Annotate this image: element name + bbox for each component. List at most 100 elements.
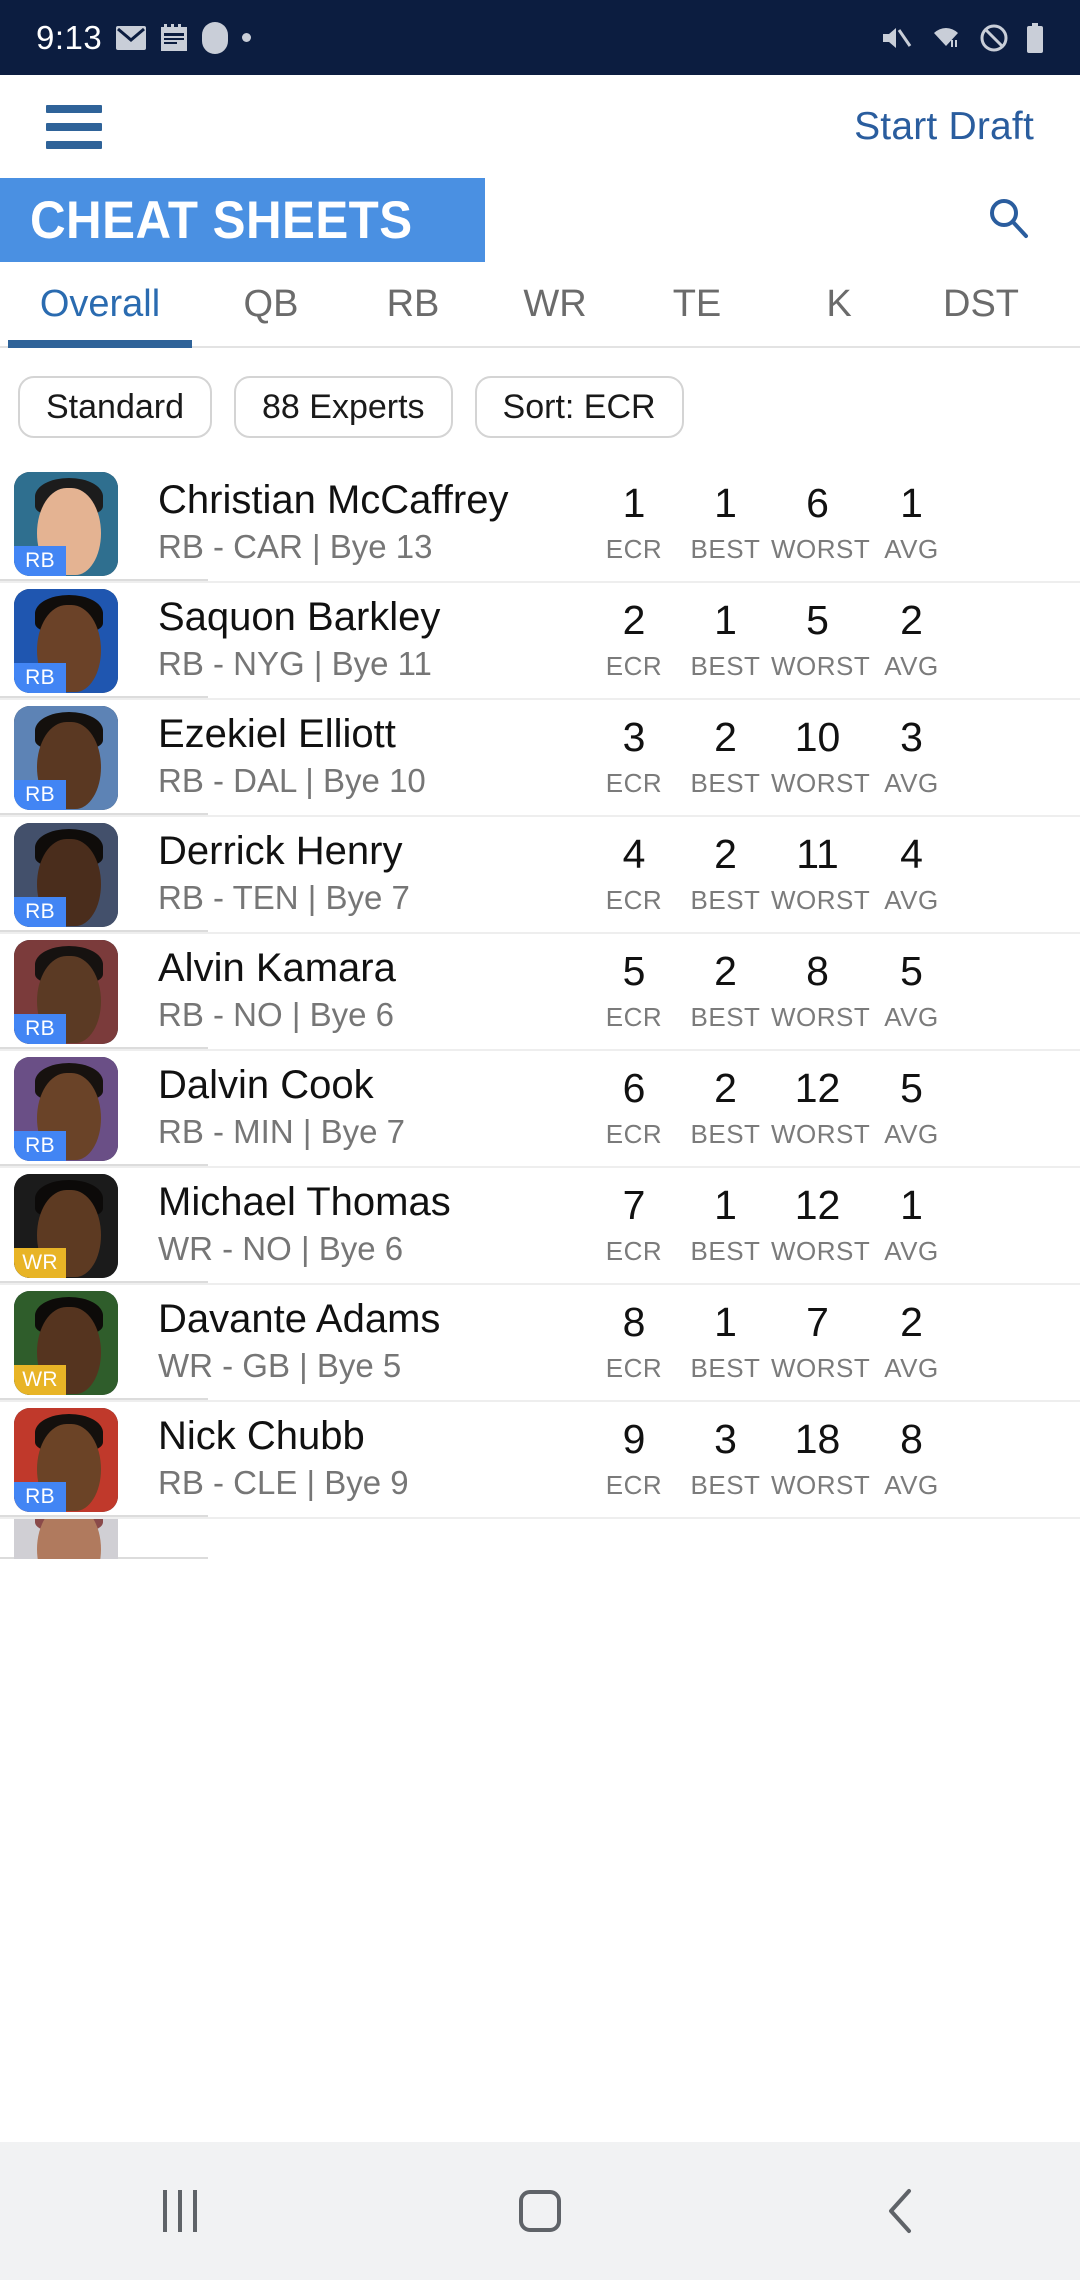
stat-label: WORST bbox=[771, 768, 871, 799]
stat-label: AVG bbox=[884, 1470, 939, 1501]
player-info: Christian McCaffrey RB - CAR | Bye 13 bbox=[158, 478, 588, 570]
player-row[interactable]: RB Dalvin Cook RB - MIN | Bye 7 6 ECR 2 BEST 12… bbox=[0, 1051, 1080, 1168]
recents-icon bbox=[163, 2190, 197, 2232]
filter-chip-experts[interactable]: 88 Experts bbox=[234, 376, 453, 438]
player-stats: 7 ECR 1 BEST 12 WORST 1 AVG bbox=[588, 1181, 1080, 1267]
player-stats: 9 ECR 3 BEST 18 WORST 8 AVG bbox=[588, 1415, 1080, 1501]
player-rankings-list[interactable]: RB Christian McCaffrey RB - CAR | Bye 13 1 E… bbox=[0, 466, 1080, 1559]
player-stats: 1 ECR 1 BEST 6 WORST 1 AVG bbox=[588, 479, 1080, 565]
start-draft-button[interactable]: Start Draft bbox=[854, 105, 1034, 149]
tab-wr[interactable]: WR bbox=[484, 262, 626, 346]
stat-label: ECR bbox=[605, 1353, 663, 1384]
stat-value: 12 bbox=[794, 1181, 841, 1228]
player-row[interactable]: WR Michael Thomas WR - NO | Bye 6 7 ECR 1 BEST… bbox=[0, 1168, 1080, 1285]
player-stats: 8 ECR 1 BEST 7 WORST 2 AVG bbox=[588, 1298, 1080, 1384]
stat-label: BEST bbox=[690, 534, 761, 565]
stat-value: 5 bbox=[806, 596, 829, 643]
player-info: Michael Thomas WR - NO | Bye 6 bbox=[158, 1180, 588, 1272]
stat-value: 1 bbox=[900, 479, 923, 526]
player-name: Saquon Barkley bbox=[158, 594, 441, 639]
player-row[interactable]: RB bbox=[0, 1519, 1080, 1559]
position-tabs: Overall QB RB WR TE K DST bbox=[0, 262, 1080, 348]
stat-value: 6 bbox=[622, 1064, 646, 1111]
position-badge: RB bbox=[14, 545, 66, 576]
player-name: Davante Adams bbox=[158, 1296, 441, 1341]
player-row[interactable]: RB Saquon Barkley RB - NYG | Bye 11 2 ECR 1 BE… bbox=[0, 583, 1080, 700]
stat-avg: 2 AVG bbox=[864, 598, 959, 682]
stat-label: BEST bbox=[690, 885, 761, 916]
stat-label: BEST bbox=[690, 1002, 761, 1033]
stat-avg: 5 AVG bbox=[864, 949, 959, 1033]
filter-chip-sort[interactable]: Sort: ECR bbox=[474, 376, 684, 438]
player-row[interactable]: RB Ezekiel Elliott RB - DAL | Bye 10 3 ECR 2 B… bbox=[0, 700, 1080, 817]
stat-value: 8 bbox=[622, 1298, 646, 1345]
stat-best: 2 BEST bbox=[680, 949, 771, 1033]
player-meta: RB - CAR | Bye 13 bbox=[158, 528, 433, 566]
player-row[interactable]: WR Davante Adams WR - GB | Bye 5 8 ECR 1 BEST 7… bbox=[0, 1285, 1080, 1402]
home-button[interactable] bbox=[440, 2190, 640, 2232]
stat-avg: 1 AVG bbox=[864, 1183, 959, 1267]
filter-chips: Standard 88 Experts Sort: ECR bbox=[0, 348, 1080, 466]
stat-value: 7 bbox=[622, 1181, 646, 1228]
position-badge: RB bbox=[14, 662, 66, 693]
stat-label: AVG bbox=[884, 885, 939, 916]
stat-label: BEST bbox=[690, 1470, 761, 1501]
recents-button[interactable] bbox=[80, 2190, 280, 2232]
position-badge: RB bbox=[14, 1481, 66, 1512]
player-meta: RB - TEN | Bye 7 bbox=[158, 879, 410, 917]
player-info: Derrick Henry RB - TEN | Bye 7 bbox=[158, 829, 588, 921]
stat-best: 1 BEST bbox=[680, 1183, 771, 1267]
search-icon bbox=[984, 194, 1032, 247]
stat-best: 2 BEST bbox=[680, 713, 771, 799]
back-button[interactable] bbox=[800, 2187, 1000, 2235]
stat-avg: 2 AVG bbox=[864, 1300, 959, 1384]
stat-value: 5 bbox=[900, 1064, 923, 1111]
tab-overall[interactable]: Overall bbox=[0, 262, 200, 348]
player-meta: RB - CLE | Bye 9 bbox=[158, 1464, 409, 1502]
stat-ecr: 3 ECR bbox=[588, 715, 680, 799]
stat-value: 1 bbox=[714, 596, 737, 643]
stat-worst: 5 WORST bbox=[771, 596, 870, 682]
stat-label: ECR bbox=[605, 1119, 663, 1150]
hamburger-menu-icon[interactable] bbox=[46, 104, 102, 149]
player-row[interactable]: RB Christian McCaffrey RB - CAR | Bye 13 1 E… bbox=[0, 466, 1080, 583]
tab-te[interactable]: TE bbox=[626, 262, 768, 346]
player-avatar: RB bbox=[14, 939, 118, 1044]
do-not-disturb-icon bbox=[980, 24, 1008, 52]
player-row[interactable]: RB Nick Chubb RB - CLE | Bye 9 9 ECR 3 BEST 18 W… bbox=[0, 1402, 1080, 1519]
player-avatar: RB bbox=[14, 1519, 118, 1559]
stat-value: 9 bbox=[622, 1415, 646, 1462]
stat-label: BEST bbox=[690, 651, 761, 682]
player-avatar: RB bbox=[14, 1056, 118, 1161]
tab-rb[interactable]: RB bbox=[342, 262, 484, 346]
stat-label: WORST bbox=[771, 534, 871, 565]
position-badge: WR bbox=[14, 1364, 66, 1395]
tab-k[interactable]: K bbox=[768, 262, 910, 346]
player-row[interactable]: RB Alvin Kamara RB - NO | Bye 6 5 ECR 2 BEST 8 W… bbox=[0, 934, 1080, 1051]
stat-value: 8 bbox=[806, 947, 829, 994]
stat-value: 2 bbox=[714, 713, 737, 760]
tab-dst[interactable]: DST bbox=[910, 262, 1052, 346]
player-name: Christian McCaffrey bbox=[158, 477, 509, 522]
player-row[interactable]: RB Derrick Henry RB - TEN | Bye 7 4 ECR 2 BEST… bbox=[0, 817, 1080, 934]
calendar-icon bbox=[160, 23, 188, 52]
stat-value: 1 bbox=[714, 1298, 737, 1345]
stat-value: 1 bbox=[622, 479, 646, 526]
stat-best: 2 BEST bbox=[680, 830, 771, 916]
stat-value: 8 bbox=[900, 1415, 923, 1462]
stat-label: WORST bbox=[771, 1002, 871, 1033]
tab-qb[interactable]: QB bbox=[200, 262, 342, 346]
player-info: Davante Adams WR - GB | Bye 5 bbox=[158, 1297, 588, 1389]
stat-value: 10 bbox=[794, 713, 841, 760]
stat-label: WORST bbox=[771, 1353, 871, 1384]
filter-chip-scoring[interactable]: Standard bbox=[18, 376, 212, 438]
search-button[interactable] bbox=[984, 194, 1080, 247]
stat-label: WORST bbox=[771, 1470, 871, 1501]
stat-value: 2 bbox=[714, 830, 737, 877]
player-avatar: WR bbox=[14, 1173, 118, 1278]
wifi-icon bbox=[930, 24, 962, 52]
stat-label: ECR bbox=[605, 1236, 663, 1267]
stat-avg: 4 AVG bbox=[864, 832, 959, 916]
status-bar-clock: 9:13 bbox=[36, 18, 103, 56]
battery-icon bbox=[1026, 22, 1044, 53]
